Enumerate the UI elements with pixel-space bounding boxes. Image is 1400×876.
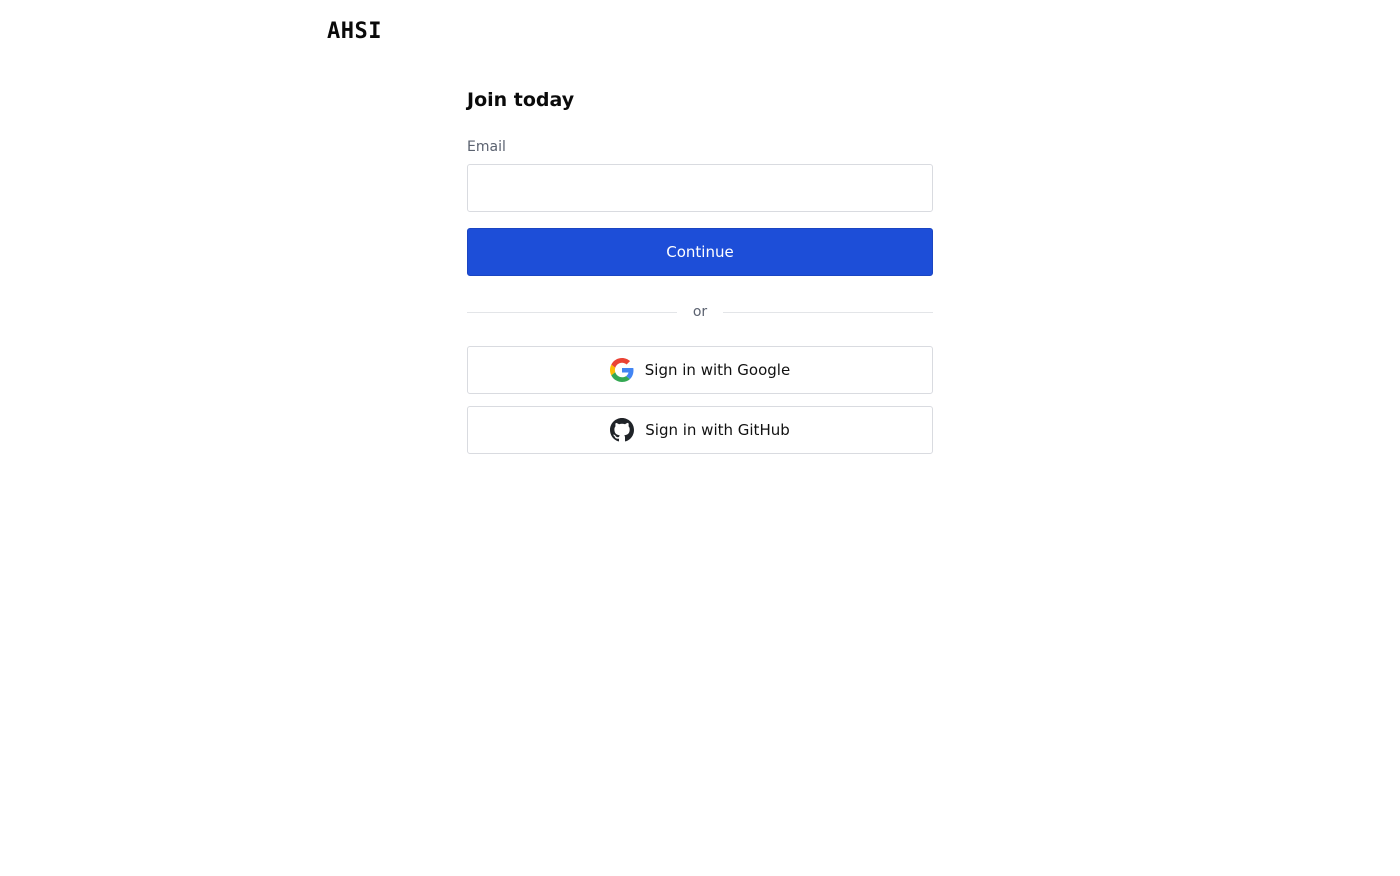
continue-button[interactable]: Continue [467, 228, 933, 276]
page-title: Join today [467, 89, 575, 111]
brand-logo[interactable]: AHSI [327, 19, 382, 45]
google-icon [609, 358, 634, 382]
email-field[interactable] [467, 164, 933, 212]
divider-text: or [692, 304, 708, 320]
divider-line-left [467, 311, 677, 313]
google-signin-button[interactable]: Sign in with Google [467, 346, 933, 394]
email-label: Email [467, 139, 506, 155]
or-divider: or [467, 298, 934, 326]
google-signin-label: Sign in with Google [644, 361, 791, 379]
divider-line-right [723, 311, 934, 313]
github-signin-button[interactable]: Sign in with GitHub [467, 406, 933, 454]
signup-page: AHSI Join today Email Continue or Sign i… [0, 0, 1400, 876]
continue-button-label: Continue [666, 243, 734, 261]
github-icon [610, 418, 635, 442]
github-signin-label: Sign in with GitHub [645, 421, 790, 439]
signup-form: Join today Email Continue or Sign in wit… [467, 86, 934, 454]
